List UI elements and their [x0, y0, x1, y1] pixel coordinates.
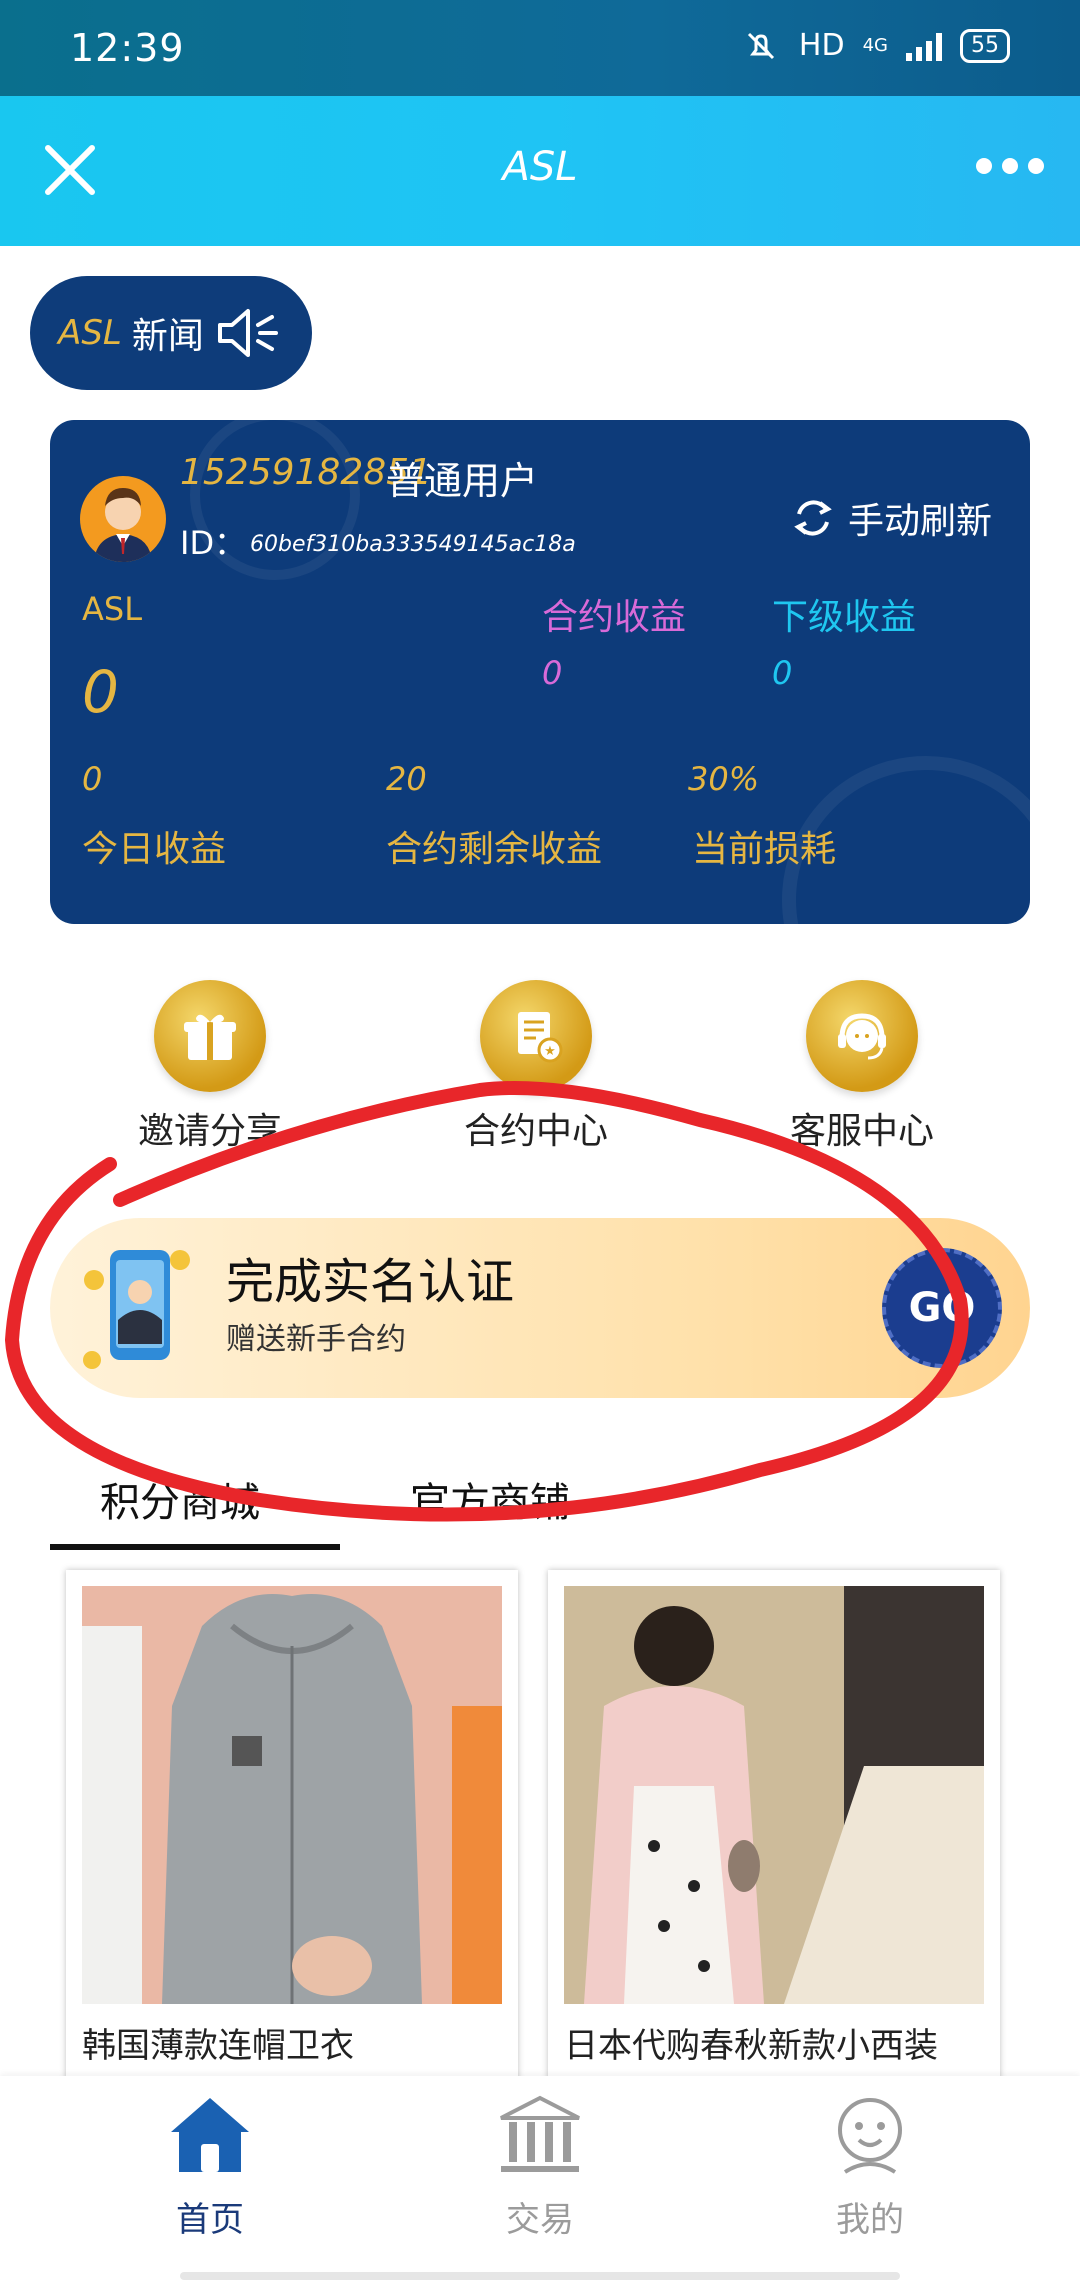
- current-loss-label: 当前损耗: [692, 829, 837, 870]
- bank-icon: [500, 2095, 580, 2172]
- remaining-income-value: 20: [386, 760, 427, 798]
- customer-service-label: 客服中心: [789, 1111, 934, 1152]
- sub-income-label: 下级收益: [772, 597, 917, 638]
- remaining-income-label: 合约剩余收益: [386, 829, 603, 870]
- refresh-label: 手动刷新: [847, 501, 992, 542]
- nav-mine[interactable]: 我的: [690, 2092, 1050, 2241]
- avatar[interactable]: [80, 476, 166, 562]
- more-options-icon[interactable]: [976, 158, 1044, 174]
- document-icon: ★: [518, 1012, 563, 1063]
- refresh-button[interactable]: 手动刷新: [790, 492, 992, 544]
- asl-balance-value: 0: [82, 658, 119, 726]
- invite-share-button[interactable]: 邀请分享: [60, 980, 360, 1154]
- news-label: 新闻: [131, 316, 204, 357]
- profile-face-icon: [838, 2098, 902, 2174]
- today-income-label: 今日收益: [82, 829, 227, 870]
- headset-icon: [838, 1013, 886, 1060]
- tab-official-store[interactable]: 官方商铺: [410, 1470, 570, 1528]
- contract-center-label: 合约中心: [463, 1111, 608, 1152]
- mute-bell-icon: [747, 32, 774, 59]
- contract-income-label: 合约收益: [542, 597, 687, 638]
- asl-balance-label: ASL: [82, 590, 143, 628]
- sub-income-value: 0: [772, 654, 793, 692]
- home-icon: [171, 2098, 249, 2172]
- nav-trade-label: 交易: [506, 2200, 574, 2240]
- home-indicator: [180, 2272, 900, 2280]
- nav-trade[interactable]: 交易: [360, 2092, 720, 2241]
- battery-icon: 55: [960, 28, 1010, 63]
- signal-icon: [906, 31, 942, 61]
- id-value: 60bef310ba333549145ac18a: [250, 532, 576, 557]
- refresh-icon: [794, 500, 832, 536]
- product-image: [564, 1586, 984, 2004]
- news-brand: ASL: [58, 313, 122, 353]
- status-icons: HD 4G 55: [741, 28, 1010, 63]
- tab-points-mall[interactable]: 积分商城: [100, 1470, 260, 1528]
- verify-phone-illustration: [83, 1250, 190, 1369]
- realname-verify-banner[interactable]: 完成实名认证 赠送新手合约 GO: [50, 1218, 1030, 1398]
- today-income-value: 0: [82, 760, 103, 798]
- id-label: ID：: [180, 524, 247, 562]
- speaker-icon: [217, 309, 278, 357]
- banner-title: 完成实名认证: [226, 1254, 515, 1310]
- status-time: 12:39: [70, 26, 185, 70]
- product-image: [82, 1586, 502, 2004]
- user-type: 普通用户: [386, 459, 539, 503]
- go-button[interactable]: GO: [882, 1248, 1002, 1368]
- status-bar: 12:39 HD 4G 55: [0, 0, 1080, 96]
- nav-home[interactable]: 首页: [30, 2092, 390, 2241]
- product-name: 日本代购春秋新款小西装: [564, 2026, 938, 2066]
- page-title: ASL: [502, 144, 578, 190]
- bottom-nav: 首页 交易 我的: [0, 2076, 1080, 2280]
- nav-home-label: 首页: [176, 2200, 244, 2240]
- store-tabs: 积分商城 官方商铺: [50, 1460, 1030, 1550]
- net-gen-label: 4G: [862, 35, 888, 56]
- svg-text:★: ★: [544, 1044, 556, 1059]
- banner-subtitle: 赠送新手合约: [226, 1322, 406, 1357]
- customer-service-button[interactable]: 客服中心: [712, 980, 1012, 1154]
- news-button[interactable]: ASL 新闻: [30, 276, 312, 390]
- gift-icon: [184, 1014, 236, 1060]
- active-tab-indicator: [50, 1544, 340, 1550]
- product-card[interactable]: 日本代购春秋新款小西装: [548, 1570, 1000, 2090]
- invite-share-label: 邀请分享: [137, 1111, 282, 1152]
- product-name: 韩国薄款连帽卫衣: [82, 2026, 354, 2066]
- account-card: 15259182851 普通用户 ID： 60bef310ba333549145…: [50, 420, 1030, 924]
- nav-mine-label: 我的: [836, 2200, 904, 2240]
- contract-income-value: 0: [542, 654, 563, 692]
- network-type-label: HD: [798, 28, 845, 63]
- current-loss-value: 30%: [688, 760, 760, 798]
- contract-center-button[interactable]: ★ 合约中心: [386, 980, 686, 1154]
- product-card[interactable]: 韩国薄款连帽卫衣: [66, 1570, 518, 2090]
- title-bar: ASL: [0, 96, 1080, 246]
